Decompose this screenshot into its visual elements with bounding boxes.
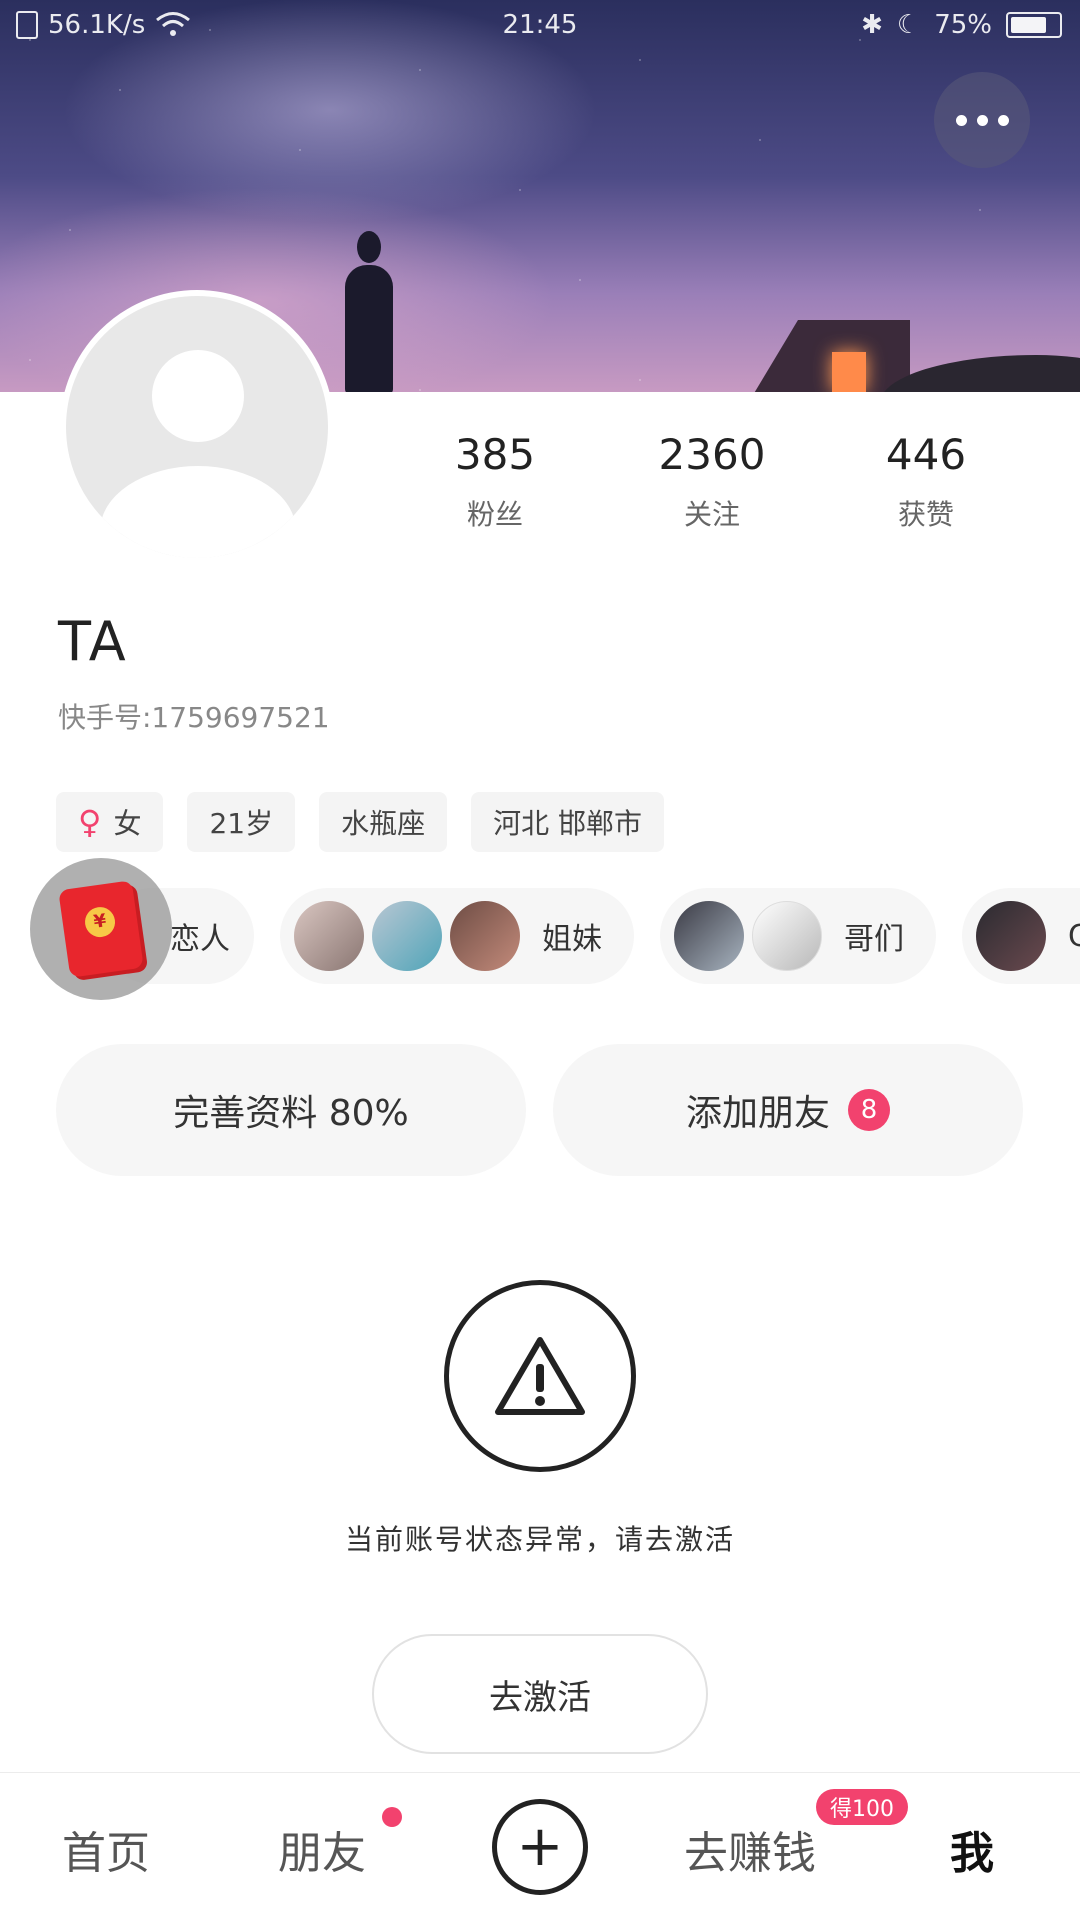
status-bar: 56.1K/s 21:45 ✱ ☾ 75%: [0, 0, 1080, 52]
profile-tags: ♀ 女 21岁 水瓶座 河北 邯郸市: [56, 792, 665, 852]
plus-icon: +: [516, 1814, 564, 1879]
tag-location[interactable]: 河北 邯郸市: [471, 792, 665, 852]
member-avatar: [294, 901, 364, 971]
complete-profile-button[interactable]: 完善资料 80%: [56, 1044, 526, 1176]
stat-following[interactable]: 2360 关注: [632, 430, 792, 533]
avatar-placeholder-body: [100, 466, 296, 558]
red-packet-icon: ¥: [58, 880, 144, 978]
bluetooth-icon: ✱: [861, 10, 883, 40]
member-avatar: [674, 901, 744, 971]
avatar[interactable]: [60, 290, 334, 564]
tag-location-label: 河北 邯郸市: [493, 807, 643, 840]
nav-home[interactable]: 首页: [62, 1817, 150, 1881]
user-id: 快手号:1759697521: [58, 701, 330, 734]
group-label: 恋人: [170, 922, 230, 957]
person-silhouette: [345, 231, 393, 392]
stat-value: 446: [885, 430, 967, 479]
stat-value: 385: [454, 430, 536, 479]
more-options-button[interactable]: [934, 72, 1030, 168]
stat-label: 关注: [683, 498, 740, 531]
moon-icon: ☾: [896, 10, 921, 40]
nav-earn-label: 去赚钱: [684, 1828, 816, 1879]
group-label: 哥们: [844, 922, 904, 957]
complete-profile-label: 完善资料 80%: [173, 1093, 409, 1134]
stat-value: 2360: [658, 430, 766, 479]
tag-age[interactable]: 21岁: [187, 792, 296, 852]
earn-reward-badge: 得100: [816, 1789, 908, 1825]
nav-earn[interactable]: 去赚钱: [684, 1817, 816, 1881]
activate-account-button[interactable]: 去激活: [372, 1634, 708, 1754]
group-more[interactable]: C: [962, 888, 1080, 984]
nav-me[interactable]: 我: [950, 1817, 994, 1881]
add-friend-label: 添加朋友: [685, 1093, 830, 1134]
account-warning-message: 当前账号状态异常，请去激活: [344, 1523, 735, 1556]
bottom-navigation: 首页 朋友 + 去赚钱 得100 我: [0, 1772, 1080, 1920]
stat-label: 获赞: [897, 498, 954, 531]
yuan-coin-icon: ¥: [83, 905, 117, 940]
tag-gender[interactable]: ♀ 女: [56, 792, 164, 852]
nav-me-label: 我: [950, 1828, 994, 1879]
battery-percent: 75%: [934, 10, 992, 40]
battery-fill: [1011, 17, 1046, 33]
member-avatar: [752, 901, 822, 971]
nav-friends-label: 朋友: [278, 1828, 366, 1879]
warning-icon: [495, 1337, 585, 1415]
warning-indicator: [444, 1280, 636, 1472]
female-icon: ♀: [78, 803, 102, 841]
stat-likes[interactable]: 446 获赞: [846, 430, 1006, 533]
add-friend-badge: 8: [848, 1089, 890, 1131]
friends-notification-dot: [382, 1807, 402, 1827]
member-avatar: [450, 901, 520, 971]
stat-fans[interactable]: 385 粉丝: [415, 430, 575, 533]
member-avatar: [372, 901, 442, 971]
add-friend-button[interactable]: 添加朋友 8: [553, 1044, 1023, 1176]
avatar-placeholder-head: [152, 350, 244, 442]
nav-home-label: 首页: [62, 1828, 150, 1879]
create-post-button[interactable]: +: [492, 1799, 588, 1895]
group-label: 姐妹: [542, 922, 602, 957]
username: TA: [58, 610, 128, 673]
activate-label: 去激活: [489, 1677, 591, 1718]
tag-zodiac-label: 水瓶座: [341, 807, 426, 840]
tag-gender-label: 女: [113, 807, 142, 840]
stat-label: 粉丝: [466, 498, 523, 531]
group-sisters[interactable]: 姐妹: [280, 888, 634, 984]
tag-age-label: 21岁: [209, 807, 274, 840]
nav-friends[interactable]: 朋友: [278, 1817, 366, 1881]
member-avatar: [976, 901, 1046, 971]
house-window: [832, 352, 866, 392]
group-brothers[interactable]: 哥们: [660, 888, 936, 984]
group-label: C: [1068, 918, 1080, 954]
more-dot-icon: [976, 114, 988, 126]
tag-zodiac[interactable]: 水瓶座: [319, 792, 448, 852]
battery-icon: [1006, 12, 1062, 38]
more-dot-icon: [997, 114, 1009, 126]
red-packet-float-button[interactable]: ¥: [30, 858, 172, 1000]
more-dot-icon: [955, 114, 967, 126]
